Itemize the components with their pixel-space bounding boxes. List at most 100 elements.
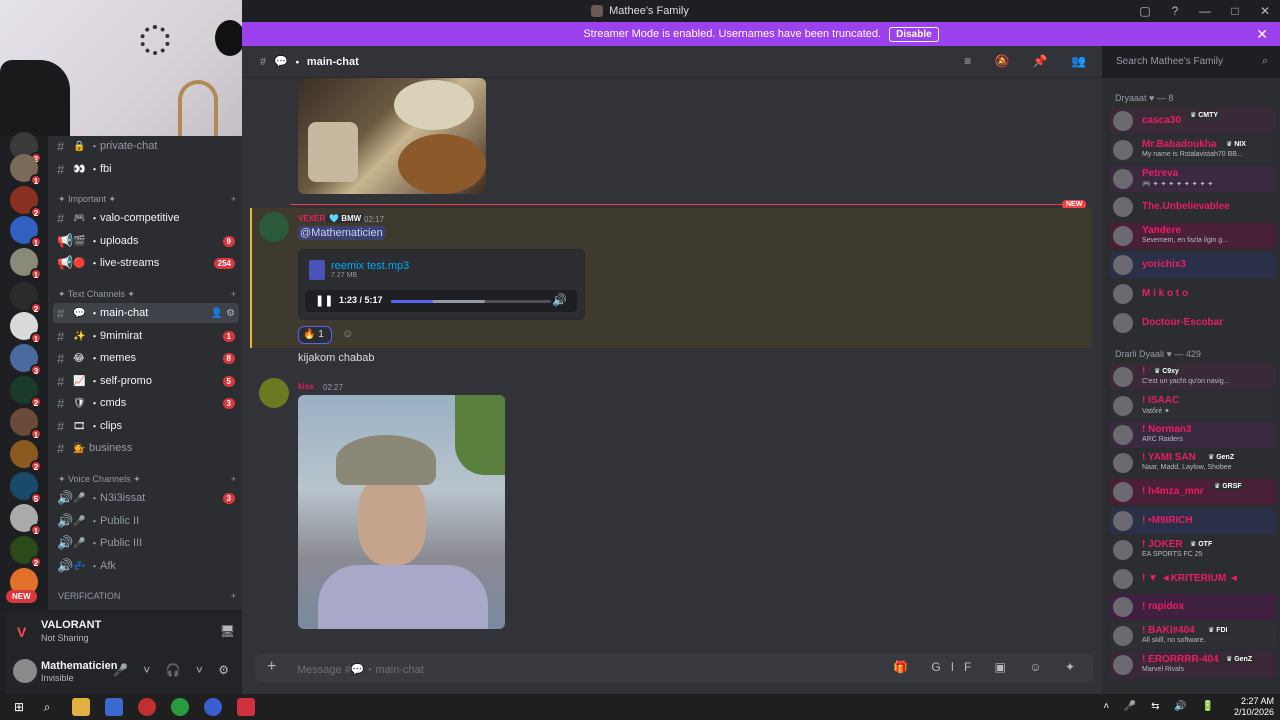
disable-button[interactable]: Disable xyxy=(889,26,939,42)
search-input[interactable]: Search Mathee's Family ⌕ xyxy=(1110,52,1274,72)
channel-item[interactable]: # 🛡 ・ cmds 3 xyxy=(53,393,239,413)
server-badge: 3 xyxy=(30,364,42,376)
channel-item[interactable]: # 🔒 ・ private-chat xyxy=(53,136,239,156)
category-voice[interactable]: ✦ Voice Channels ✦ + xyxy=(58,474,236,485)
plus-icon[interactable]: + xyxy=(231,194,236,205)
screen-share-icon[interactable]: 🖥 xyxy=(220,624,235,638)
server-icon[interactable]: 1 xyxy=(10,408,42,440)
clock[interactable]: 2:27 AM 2/10/2026 xyxy=(1234,696,1274,718)
channel-settings-icon[interactable]: 👤 ⚙ xyxy=(211,308,235,319)
member-item[interactable]: Mr.Babadoukha ♛ NIX My name is Rstalavista… xyxy=(1110,136,1276,163)
server-icon[interactable]: 2 xyxy=(10,282,42,314)
avatar[interactable] xyxy=(13,659,37,683)
member-item[interactable]: ! h4mza_mnr ♛ GRSF xyxy=(1110,479,1276,506)
member-item[interactable]: The.Unbelievablee xyxy=(1110,194,1276,221)
new-unreads-pill[interactable]: NEW xyxy=(6,590,37,603)
volume-icon[interactable]: 🔊 xyxy=(552,293,567,307)
help-icon[interactable]: ? xyxy=(1160,4,1190,18)
message-input[interactable]: + Message #💬・main-chat 🎁 GIF ▣ ☺ ✦ xyxy=(255,654,1093,682)
server-icon[interactable]: 3 xyxy=(10,344,42,376)
member-item[interactable]: ! ERORRRR-404 ♛ GenZ Marvel Rivals xyxy=(1110,652,1276,678)
member-item[interactable]: ! ▼ ◄KRITERIUM ◄ xyxy=(1110,565,1276,592)
server-icon[interactable]: 2 xyxy=(10,186,42,218)
avatar[interactable] xyxy=(259,378,289,408)
close-icon[interactable]: ✕ xyxy=(1256,26,1268,43)
audio-player: ❚❚ 1:23 / 5:17 🔊 xyxy=(305,290,577,312)
reaction-button[interactable]: 🔥 1 xyxy=(298,326,332,344)
member-item[interactable]: Petreva 🎮 ✦ ✦ ✦ ✦ ✦ ✦ ✦ ✦ xyxy=(1110,165,1276,192)
channel-item[interactable]: # 💁 business xyxy=(53,438,239,458)
file-explorer-icon[interactable] xyxy=(72,698,90,716)
author-name[interactable]: VEXER xyxy=(298,214,325,223)
channel-item[interactable]: 📢 🎬 ・ uploads 9 xyxy=(53,231,239,251)
pause-icon[interactable]: ❚❚ xyxy=(315,294,333,307)
voice-channel[interactable]: 🔊 🎤 ・ Public II xyxy=(53,511,239,531)
category-verification[interactable]: VERIFICATION + xyxy=(58,591,236,601)
channel-item[interactable]: 📢 🔴 ・ live-streams 254 xyxy=(53,253,239,273)
server-icon[interactable]: 1 xyxy=(10,248,42,280)
store-icon[interactable] xyxy=(105,698,123,716)
member-item[interactable]: ! Norman3 ARC Raiders xyxy=(1110,421,1276,448)
member-item[interactable]: ! •M9IRICH xyxy=(1110,508,1276,534)
member-item[interactable]: ! rapidox xyxy=(1110,594,1276,621)
channel-item[interactable]: # 📈 ・ self-promo 5 xyxy=(53,371,239,391)
member-item[interactable]: M i k o t o xyxy=(1110,280,1276,307)
voice-channel[interactable]: 🔊 🎤 ・ Public III xyxy=(53,533,239,553)
member-item[interactable]: Yandere Sevemem, en fazla ilgin g... xyxy=(1110,223,1276,250)
attach-plus-icon[interactable]: + xyxy=(267,658,276,676)
add-reaction-icon[interactable]: ☺ xyxy=(338,326,357,342)
member-item[interactable]: yorichix3 xyxy=(1110,252,1276,278)
minimize-button[interactable]: — xyxy=(1190,4,1220,18)
channel-item[interactable]: # 🎮 ・ valo-competitive xyxy=(53,208,239,228)
server-badge: 2 xyxy=(30,396,42,408)
server-icon[interactable]: 2 xyxy=(10,536,42,568)
voice-channel[interactable]: 🔊 🎤 ・ N3i3issat 3 xyxy=(53,488,239,508)
inbox-icon[interactable]: ▢ xyxy=(1130,4,1160,18)
member-item[interactable]: ! BAKI#404 ♛ FDI All skill, no software. xyxy=(1110,623,1276,650)
server-icon[interactable]: 1 xyxy=(10,216,42,248)
user-mention[interactable]: @Mathematicien xyxy=(298,226,385,240)
plus-icon[interactable]: + xyxy=(231,591,236,601)
voice-channel[interactable]: 🔊 💤 ・ Afk xyxy=(53,556,239,576)
plus-icon[interactable]: + xyxy=(231,474,236,485)
file-name[interactable]: reemix test.mp3 xyxy=(331,260,409,272)
windows-start-icon[interactable]: ⊞ xyxy=(10,698,28,716)
server-icon[interactable]: 2 xyxy=(10,376,42,408)
chrome-icon[interactable] xyxy=(171,698,189,716)
app-icon[interactable] xyxy=(138,698,156,716)
selfie-image[interactable] xyxy=(298,395,505,629)
channel-item[interactable]: # 🎞 ・ clips xyxy=(53,416,239,436)
maximize-button[interactable]: □ xyxy=(1220,4,1250,18)
server-badge: 1 xyxy=(30,174,42,186)
audio-seekbar[interactable] xyxy=(391,300,551,303)
channel-item[interactable]: # 👀 ・ fbi xyxy=(53,159,239,179)
server-icon[interactable]: 2 xyxy=(10,440,42,472)
member-item[interactable]: ! ISAAC Vatőré ✦ xyxy=(1110,392,1276,419)
search-icon[interactable]: ⌕ xyxy=(38,698,56,716)
user-controls[interactable]: 🎤 ˅ 🎧 ˅ ⚙ xyxy=(113,663,235,677)
composer-actions[interactable]: 🎁 GIF ▣ ☺ ✦ xyxy=(893,660,1085,674)
member-item[interactable]: ! ♛ C9xy C'est un yacht qu'on navig... xyxy=(1110,364,1276,390)
discord-icon[interactable] xyxy=(204,698,222,716)
header-actions[interactable]: ≡ 🔕 📌 👥 xyxy=(964,54,1096,68)
member-item[interactable]: ! YAMI SAN ♛ GenZ Naar, Madd, Laylow, Shob… xyxy=(1110,450,1276,477)
close-window-button[interactable]: ✕ xyxy=(1250,4,1280,18)
author-name[interactable]: kiss xyxy=(298,382,314,391)
category-important[interactable]: ✦ Important ✦ + xyxy=(58,194,236,205)
server-icon[interactable]: 1 xyxy=(10,504,42,536)
member-item[interactable]: Doctour-Escobar xyxy=(1110,309,1276,336)
category-text[interactable]: ✦ Text Channels ✦ + xyxy=(58,289,236,300)
server-icon[interactable]: 1 xyxy=(10,154,42,186)
server-icon[interactable]: 5 xyxy=(10,472,42,504)
channel-item[interactable]: # 😂 ・ memes 8 xyxy=(53,348,239,368)
server-icon[interactable]: 1 xyxy=(10,312,42,344)
member-item[interactable]: casca30 ♛ CMTY xyxy=(1110,108,1276,134)
valorant-icon[interactable] xyxy=(237,698,255,716)
avatar[interactable] xyxy=(259,212,289,242)
member-item[interactable]: ! JOKER ♛ OTF EA SPORTS FC 25 xyxy=(1110,536,1276,563)
plus-icon[interactable]: + xyxy=(231,289,236,300)
system-tray[interactable]: ˄ 🎤 ⇆ 🔊 🔋 xyxy=(1103,701,1220,712)
channel-item-active[interactable]: # 💬 ・ main-chat 👤 ⚙ xyxy=(53,303,239,323)
channel-item[interactable]: # ✨ ・ 9mimirat 1 xyxy=(53,326,239,346)
food-image[interactable] xyxy=(298,78,486,194)
